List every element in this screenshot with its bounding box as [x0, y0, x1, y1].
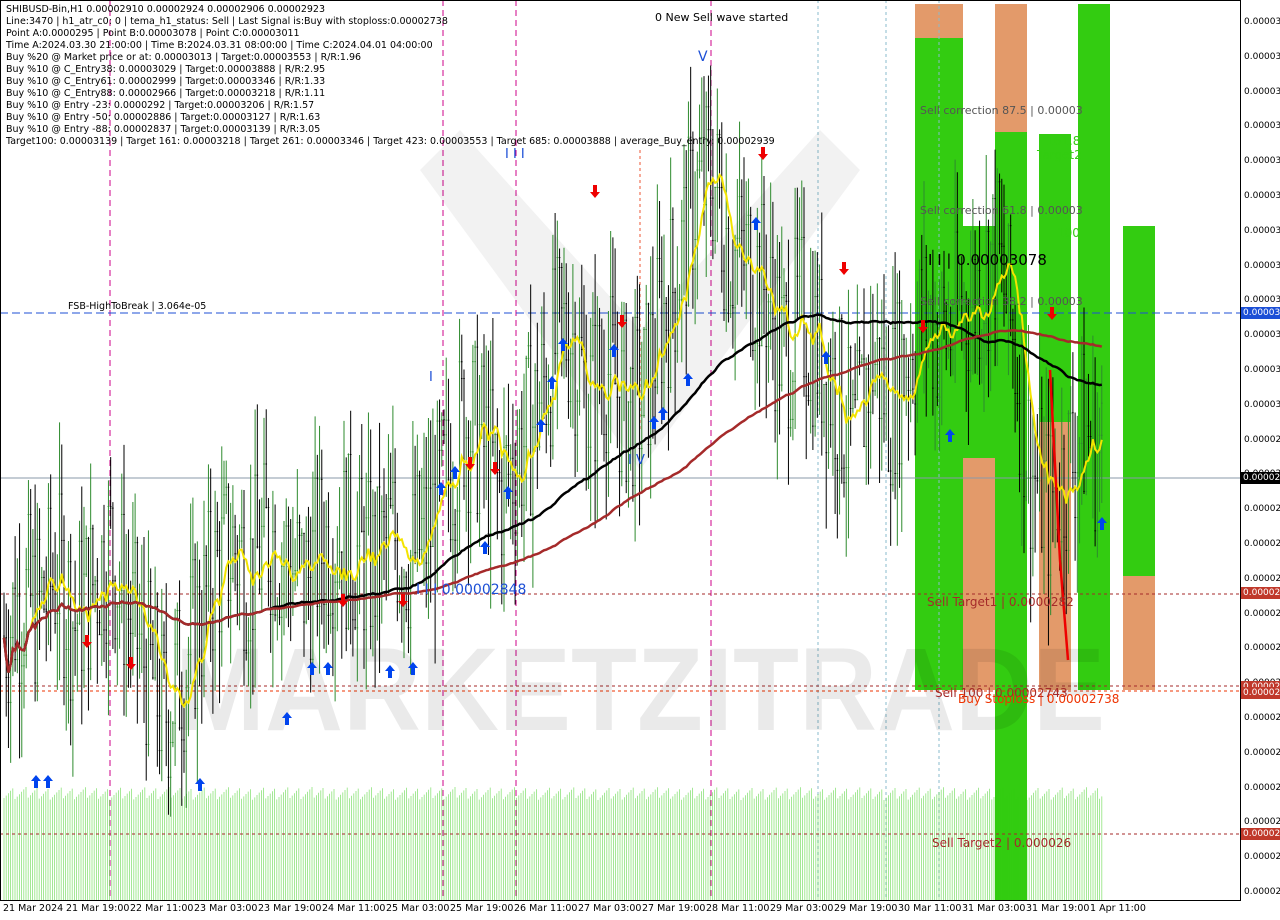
price-tick-label: 0.00003: [1244, 225, 1280, 236]
time-tick-label: 21 Mar 2024: [3, 903, 64, 914]
time-tick-label: 1 Apr 11:00: [1090, 903, 1146, 914]
info-line: Buy %10 @ Entry -50: 0.00002886 | Target…: [6, 112, 321, 123]
price-tick-label: 0.00002: [1244, 504, 1280, 515]
time-tick-label: 29 Mar 03:00: [770, 903, 834, 914]
price-tick-label: 0.00003: [1244, 365, 1280, 375]
info-line: Buy %10 @ C_Entry61: 0.00002999 | Target…: [6, 76, 326, 87]
buy-arrow-icon: [43, 775, 53, 788]
price-tick-label: 0.00003: [1244, 191, 1280, 201]
time-tick-label: 23 Mar 19:00: [258, 903, 322, 914]
wave-v-label: V: [698, 49, 708, 65]
sell-correction-875-label: Sell correction 87.5 | 0.00003: [920, 104, 1083, 117]
price-tick-label: 0.00002: [1244, 817, 1280, 828]
time-tick-label: 25 Mar 19:00: [450, 903, 514, 914]
time-tick-label: 28 Mar 11:00: [706, 903, 770, 914]
price-tick-label: 0.00002: [1244, 852, 1280, 863]
sell-target2-label: Sell Target2 | 0.000026: [932, 836, 1072, 850]
time-tick-label: 31 Mar 19:00: [1026, 903, 1090, 914]
price-tick-label: 0.00003: [1244, 121, 1280, 132]
wave-iii-label: I I I: [505, 147, 525, 162]
info-line: Time A:2024.03.30 21:00:00 | Time B:2024…: [6, 40, 433, 51]
buy-arrow-icon: [821, 351, 831, 364]
sell-correction-382-label: Sell correction 38.2 | 0.00003: [920, 295, 1083, 308]
time-tick-label: 30 Mar 11:00: [898, 903, 962, 914]
price-tick-label: 0.00002: [1244, 747, 1280, 758]
time-tick-label: 24 Mar 11:00: [322, 903, 386, 914]
symbol-line: SHIBUSD-Bin,H1 0.00002910 0.00002924 0.0…: [6, 4, 326, 15]
time-tick-label: 26 Mar 11:00: [514, 903, 578, 914]
zone-rect: [1123, 576, 1155, 690]
price-tick-label: 0.00003: [1244, 295, 1280, 306]
price-tick-label: 0.00002: [1244, 608, 1280, 619]
price-tick-label: 0.00003: [1244, 330, 1280, 341]
target-1618-label: 161.8: [1046, 134, 1081, 148]
sell-arrow-icon: [490, 462, 500, 475]
buy-arrow-icon: [31, 775, 41, 788]
price-tick-label: 0.00002: [1244, 713, 1280, 723]
time-tick-label: 31 Mar 03:00: [962, 903, 1026, 914]
time-tick-label: 22 Mar 11:00: [130, 903, 194, 914]
price-badge: 0.00002: [1241, 587, 1280, 599]
price-tick-label: 0.00003: [1244, 399, 1280, 410]
sell-arrow-icon: [590, 185, 600, 198]
info-line: Buy %10 @ Entry -23: 0.0000292 | Target:…: [6, 100, 315, 111]
price-tick-label: 0.00003: [1244, 260, 1280, 271]
time-tick-label: 21 Mar 19:00: [66, 903, 130, 914]
price-tick-label: 0.00002: [1244, 573, 1280, 584]
wave-iv-label: I V: [628, 453, 645, 468]
wave-i-label: I: [429, 370, 433, 385]
time-tick-label: 25 Mar 03:00: [386, 903, 450, 914]
info-line: Target100: 0.00003139 | Target 161: 0.00…: [6, 136, 775, 147]
price-tick-label: 0.00003: [1244, 17, 1280, 27]
info-line: Buy %10 @ Entry -88: 0.00002837 | Target…: [6, 124, 321, 135]
fsb-label: FSB-HighToBreak | 3.064e-05: [68, 301, 207, 312]
price-badge: 0.00002: [1241, 828, 1280, 840]
time-tick-label: 29 Mar 19:00: [834, 903, 898, 914]
info-line: Point A:0.0000295 | Point B:0.00003078 |…: [6, 28, 300, 39]
price-tick-label: 0.00002: [1244, 643, 1280, 654]
time-tick-label: 23 Mar 03:00: [194, 903, 258, 914]
info-line: Buy %10 @ C_Entry38: 0.00003029 | Target…: [6, 64, 326, 75]
buy-arrow-icon: [195, 778, 205, 791]
zone-rect: [1123, 226, 1155, 576]
price-tick-label: 0.00003: [1244, 156, 1280, 167]
sell-arrow-icon: [839, 262, 849, 275]
wave-iii-price-label: I I I 0.00002848: [416, 582, 527, 598]
target2-label: Target2: [1037, 148, 1082, 162]
time-tick-label: 27 Mar 19:00: [642, 903, 706, 914]
price-badge: 0.00002: [1241, 472, 1280, 484]
info-line: Buy %10 @ C_Entry88: 0.00002966 | Target…: [6, 88, 326, 99]
price-badge: 0.00003: [1241, 307, 1280, 319]
target-100-label: 100: [1057, 226, 1080, 240]
info-line: Line:3470 | h1_atr_c0: 0 | tema_h1_statu…: [6, 16, 448, 27]
price-tick-label: 0.00003: [1244, 51, 1280, 62]
price-tick-label: 0.00002: [1244, 434, 1280, 445]
price-tick-label: 0.00002: [1244, 539, 1280, 549]
point-iii-price-label: I I | 0.00003078: [928, 251, 1047, 269]
price-badge: 0.00002: [1241, 687, 1280, 699]
sell-arrow-icon: [758, 147, 768, 160]
sell-target1-label: Sell Target1 | 0.0000282: [927, 595, 1074, 609]
buy-stoploss-label: Buy Stoploss | 0.00002738: [958, 692, 1120, 706]
info-line: Buy %20 @ Market price or at: 0.00003013…: [6, 52, 362, 63]
price-tick-label: 0.00002: [1244, 887, 1280, 897]
price-tick-label: 0.00003: [1244, 86, 1280, 97]
time-tick-label: 27 Mar 03:00: [578, 903, 642, 914]
sell-arrow-icon: [126, 657, 136, 670]
price-tick-label: 0.00002: [1244, 782, 1280, 793]
wave-note: 0 New Sell wave started: [655, 11, 789, 24]
sell-correction-618-label: Sell correction 61.8 | 0.00003: [920, 204, 1083, 217]
